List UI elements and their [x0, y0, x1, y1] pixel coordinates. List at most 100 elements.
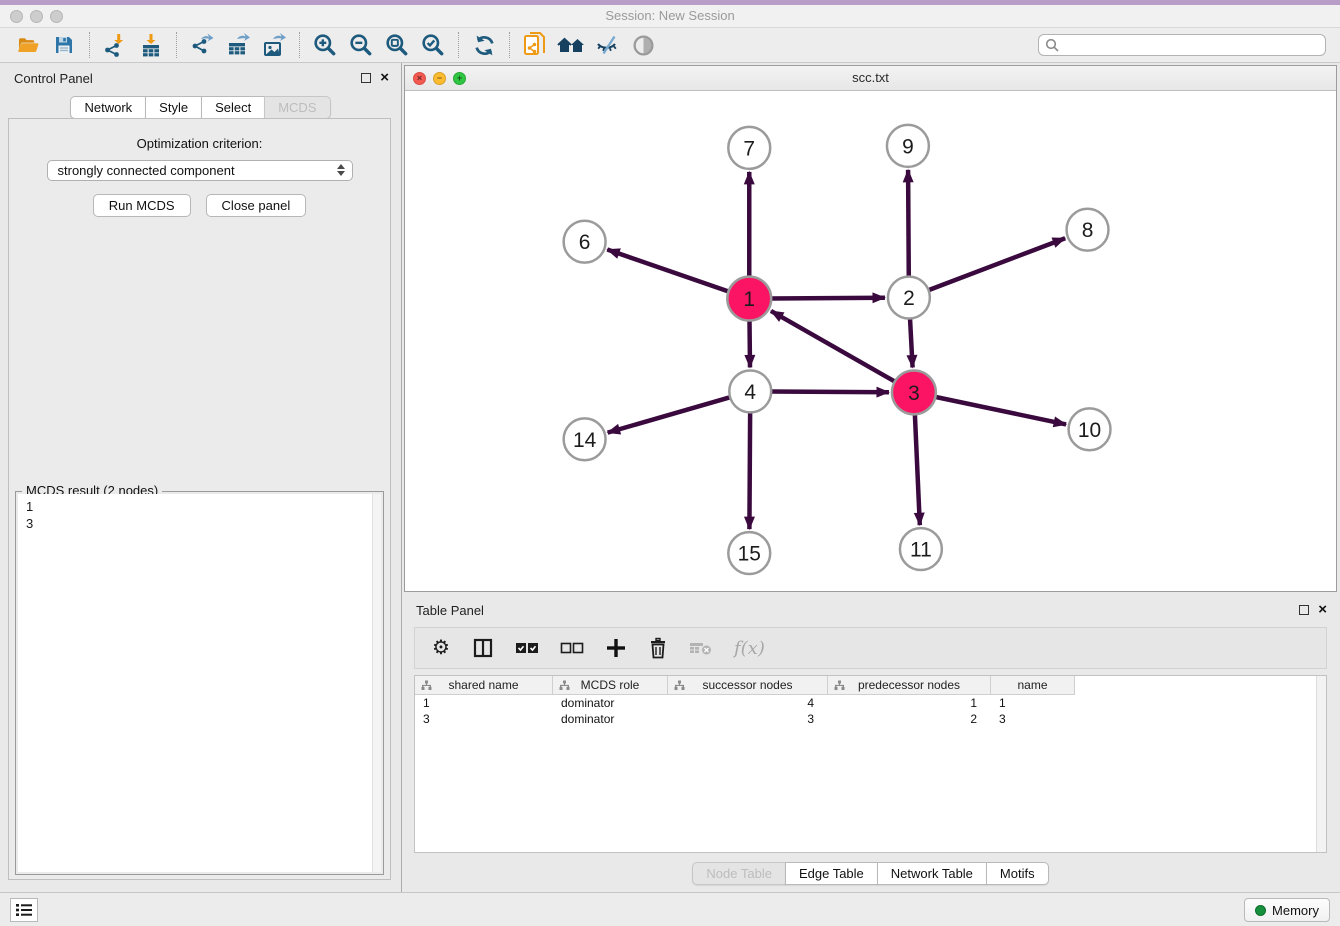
edge-3-10[interactable]: [933, 397, 1066, 425]
edge-1-4[interactable]: [749, 319, 750, 368]
select-all-icon[interactable]: [515, 641, 539, 655]
table-toolbar: ⚙ f(x): [414, 627, 1327, 669]
node-2[interactable]: 2: [888, 277, 930, 319]
deselect-all-icon[interactable]: [560, 641, 584, 655]
network-view-window: × − + scc.txt 7 9 6 8 1 2 4 3 14 10 15 11: [404, 65, 1337, 592]
show-all-button[interactable]: [625, 30, 661, 60]
clone-network-button[interactable]: [517, 30, 553, 60]
import-network-button[interactable]: [97, 30, 133, 60]
tab-style[interactable]: Style: [145, 96, 202, 119]
table-tab-motifs[interactable]: Motifs: [986, 862, 1049, 885]
cell-successor-nodes: 4: [668, 695, 828, 711]
export-image-icon: [261, 32, 287, 58]
mcds-result-textarea[interactable]: 13: [18, 494, 381, 872]
close-panel-button[interactable]: Close panel: [206, 194, 307, 217]
optimization-criterion-label: Optimization criterion:: [9, 136, 390, 151]
table-tab-edge-table[interactable]: Edge Table: [785, 862, 878, 885]
export-network-button[interactable]: [184, 30, 220, 60]
column-label: predecessor nodes: [858, 678, 960, 692]
table-tab-node-table[interactable]: Node Table: [692, 862, 786, 885]
edge-2-3[interactable]: [910, 317, 913, 368]
edge-4-15[interactable]: [749, 410, 750, 529]
edge-3-1[interactable]: [771, 311, 897, 383]
tab-select[interactable]: Select: [201, 96, 265, 119]
edge-4-14[interactable]: [608, 397, 732, 433]
node-8[interactable]: 8: [1067, 209, 1109, 251]
node-11[interactable]: 11: [900, 528, 942, 570]
network-window-titlebar[interactable]: × − + scc.txt: [405, 66, 1336, 91]
main-toolbar: [0, 28, 1340, 63]
edge-4-3[interactable]: [769, 392, 889, 393]
delete-icon[interactable]: [648, 637, 668, 659]
column-header-mcds-role[interactable]: MCDS role: [553, 676, 668, 695]
export-image-button[interactable]: [256, 30, 292, 60]
node-table[interactable]: shared name MCDS role successor nodes prede…: [414, 675, 1327, 853]
task-history-button[interactable]: [10, 898, 38, 922]
node-10[interactable]: 10: [1069, 408, 1111, 450]
float-table-panel-icon[interactable]: [1299, 605, 1309, 615]
cell-predecessor-nodes: 1: [828, 695, 991, 711]
import-table-icon: [138, 32, 164, 58]
result-line: 3: [26, 515, 373, 532]
node-label: 10: [1078, 419, 1101, 442]
node-9[interactable]: 9: [887, 125, 929, 167]
export-network-icon: [189, 32, 215, 58]
import-network-icon: [102, 32, 128, 58]
table-tabs: Node TableEdge TableNetwork TableMotifs: [404, 862, 1337, 885]
open-file-button[interactable]: [10, 30, 46, 60]
node-1[interactable]: 1: [727, 277, 771, 321]
node-6[interactable]: 6: [564, 221, 606, 263]
table-row[interactable]: 1dominator411: [415, 695, 1326, 711]
mcds-result-group: MCDS result (2 nodes) 13: [15, 491, 384, 875]
network-canvas[interactable]: 7 9 6 8 1 2 4 3 14 10 15 11: [405, 92, 1336, 591]
export-table-button[interactable]: [220, 30, 256, 60]
table-tab-network-table[interactable]: Network Table: [877, 862, 987, 885]
column-label: MCDS role: [581, 678, 640, 692]
show-all-icon: [631, 33, 656, 58]
edge-1-2[interactable]: [769, 298, 885, 299]
home-button[interactable]: [553, 30, 589, 60]
column-header-predecessor-nodes[interactable]: predecessor nodes: [828, 676, 991, 695]
zoom-in-button[interactable]: [307, 30, 343, 60]
add-icon[interactable]: [605, 637, 627, 659]
close-panel-icon[interactable]: ×: [380, 72, 389, 84]
edge-2-9[interactable]: [908, 170, 909, 279]
close-table-panel-icon[interactable]: ×: [1318, 604, 1327, 616]
mcds-panel: Optimization criterion: strongly connect…: [8, 118, 391, 880]
network-graph[interactable]: 7 9 6 8 1 2 4 3 14 10 15 11: [405, 92, 1336, 591]
column-header-shared-name[interactable]: shared name: [415, 676, 553, 695]
control-panel-tabs: NetworkStyleSelectMCDS: [0, 96, 401, 119]
delete-table-icon: [689, 640, 713, 656]
table-row[interactable]: 3dominator323: [415, 711, 1326, 727]
optimization-criterion-select[interactable]: strongly connected component: [47, 160, 353, 181]
tab-mcds[interactable]: MCDS: [264, 96, 330, 119]
zoom-selected-button[interactable]: [415, 30, 451, 60]
result-scrollbar[interactable]: [372, 494, 381, 872]
edge-1-6[interactable]: [607, 250, 730, 293]
node-3[interactable]: 3: [892, 370, 936, 414]
zoom-selected-icon: [420, 32, 446, 58]
node-4[interactable]: 4: [729, 370, 771, 412]
tab-network[interactable]: Network: [70, 96, 146, 119]
column-header-successor-nodes[interactable]: successor nodes: [668, 676, 828, 695]
function-icon: f(x): [734, 638, 765, 659]
gear-icon[interactable]: ⚙: [431, 638, 451, 658]
node-7[interactable]: 7: [728, 127, 770, 169]
zoom-out-button[interactable]: [343, 30, 379, 60]
float-panel-icon[interactable]: [361, 73, 371, 83]
import-table-button[interactable]: [133, 30, 169, 60]
refresh-button[interactable]: [466, 30, 502, 60]
memory-button[interactable]: Memory: [1244, 898, 1330, 922]
node-14[interactable]: 14: [564, 418, 606, 460]
column-header-name[interactable]: name: [991, 676, 1075, 695]
edge-3-11[interactable]: [915, 412, 920, 525]
zoom-fit-button[interactable]: [379, 30, 415, 60]
table-scrollbar[interactable]: [1316, 676, 1326, 852]
run-mcds-button[interactable]: Run MCDS: [93, 194, 191, 217]
save-session-button[interactable]: [46, 30, 82, 60]
edge-2-8[interactable]: [927, 238, 1066, 291]
search-input[interactable]: [1038, 34, 1326, 56]
node-15[interactable]: 15: [728, 532, 770, 574]
hide-selected-button[interactable]: [589, 30, 625, 60]
columns-icon[interactable]: [472, 637, 494, 659]
